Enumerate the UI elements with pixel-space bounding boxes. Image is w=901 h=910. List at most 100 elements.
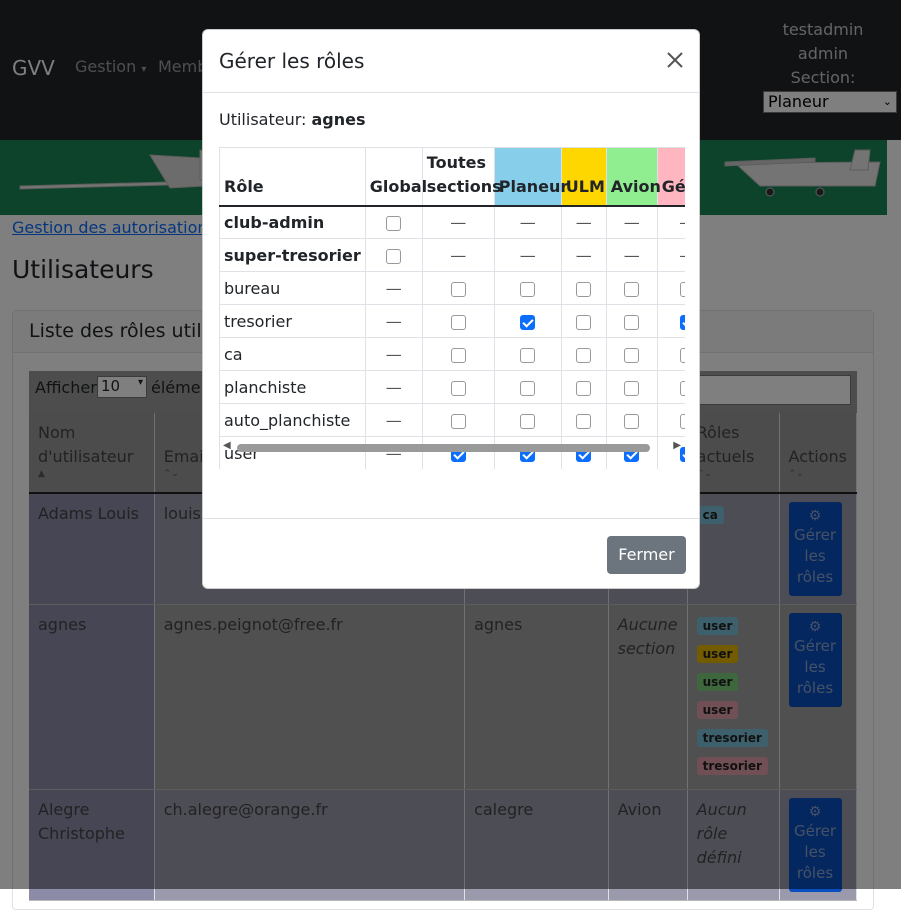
not-applicable-dash: — xyxy=(385,377,402,397)
user-label: Utilisateur: xyxy=(219,110,307,129)
roles-col-header: Avion xyxy=(605,147,661,207)
role-cell: — xyxy=(656,205,685,239)
close-button[interactable]: Fermer xyxy=(607,536,686,574)
role-name-cell: auto_planchiste xyxy=(219,403,366,437)
roles-table: Rôle Global Toutes sections Planeur ULM Avion… xyxy=(219,147,685,469)
roles-col-header: ULM xyxy=(560,147,607,207)
role-cell xyxy=(493,370,562,404)
role-checkbox[interactable] xyxy=(679,347,685,363)
modal-title: Gérer les rôles xyxy=(219,49,365,73)
role-name-cell: planchiste xyxy=(219,370,366,404)
role-cell: — xyxy=(421,238,495,272)
role-checkbox[interactable] xyxy=(450,281,466,297)
modal-body: Utilisateur: agnes Rôle Global Toutes sect… xyxy=(219,110,685,469)
role-cell xyxy=(560,271,607,305)
roles-table-scroll[interactable]: Rôle Global Toutes sections Planeur ULM Avion… xyxy=(219,147,685,469)
role-checkbox[interactable] xyxy=(679,281,685,297)
role-cell xyxy=(605,271,658,305)
role-checkbox[interactable] xyxy=(576,347,592,363)
not-applicable-dash: — xyxy=(679,246,685,265)
role-checkbox[interactable] xyxy=(576,281,592,297)
role-row: bureau — xyxy=(219,271,685,305)
role-checkbox[interactable] xyxy=(679,314,685,330)
role-cell xyxy=(560,403,607,437)
role-checkbox[interactable] xyxy=(450,380,466,396)
role-checkbox[interactable] xyxy=(624,281,640,297)
role-checkbox[interactable] xyxy=(520,314,536,330)
role-cell xyxy=(493,403,562,437)
roles-col-header: Rôle xyxy=(219,147,366,207)
role-name-cell: ca xyxy=(219,337,366,371)
role-row: auto_planchiste — xyxy=(219,403,685,437)
role-checkbox[interactable] xyxy=(386,248,402,264)
role-cell xyxy=(421,271,495,305)
role-checkbox[interactable] xyxy=(576,314,592,330)
role-cell xyxy=(364,238,423,272)
role-cell: — xyxy=(656,238,685,272)
scroll-left-icon[interactable]: ◀ xyxy=(223,440,231,451)
role-checkbox[interactable] xyxy=(576,380,592,396)
role-cell xyxy=(560,304,607,338)
role-checkbox[interactable] xyxy=(520,380,536,396)
roles-col-header: Généra xyxy=(656,147,685,207)
role-checkbox[interactable] xyxy=(679,413,685,429)
role-cell: — xyxy=(605,238,658,272)
not-applicable-dash: — xyxy=(450,212,467,232)
not-applicable-dash: — xyxy=(519,245,536,265)
role-cell xyxy=(493,271,562,305)
role-checkbox[interactable] xyxy=(450,413,466,429)
role-cell: — xyxy=(421,205,495,239)
roles-col-header: Toutes sections xyxy=(421,147,502,207)
role-row: ca — xyxy=(219,337,685,371)
not-applicable-dash: — xyxy=(575,212,592,232)
role-checkbox[interactable] xyxy=(520,413,536,429)
role-cell xyxy=(656,337,685,371)
manage-roles-modal: Gérer les rôles Utilisateur: agnes Rôle G… xyxy=(202,29,700,589)
roles-col-header: Planeur xyxy=(493,147,568,207)
scroll-right-icon[interactable]: ▶ xyxy=(673,440,681,451)
role-checkbox[interactable] xyxy=(450,314,466,330)
role-checkbox[interactable] xyxy=(679,380,685,396)
role-cell xyxy=(493,337,562,371)
role-cell xyxy=(656,304,685,338)
not-applicable-dash: — xyxy=(385,410,402,430)
scrollbar-thumb[interactable] xyxy=(237,444,650,452)
modal-footer: Fermer xyxy=(203,518,699,588)
role-row: super-tresorier — — — — — xyxy=(219,238,685,272)
role-checkbox[interactable] xyxy=(450,347,466,363)
role-cell: — xyxy=(605,205,658,239)
role-cell xyxy=(364,205,423,239)
role-checkbox[interactable] xyxy=(386,215,402,231)
role-checkbox[interactable] xyxy=(624,380,640,396)
role-row: planchiste — xyxy=(219,370,685,404)
role-checkbox[interactable] xyxy=(624,347,640,363)
selected-user-line: Utilisateur: agnes xyxy=(219,110,685,129)
role-cell xyxy=(421,304,495,338)
role-checkbox[interactable] xyxy=(520,347,536,363)
role-cell: — xyxy=(493,238,562,272)
not-applicable-dash: — xyxy=(679,213,685,232)
role-cell: — xyxy=(364,337,423,371)
not-applicable-dash: — xyxy=(385,278,402,298)
close-icon[interactable] xyxy=(665,50,685,70)
role-cell xyxy=(656,271,685,305)
role-name-cell: tresorier xyxy=(219,304,366,338)
role-cell xyxy=(605,304,658,338)
role-cell: — xyxy=(364,271,423,305)
role-cell: — xyxy=(493,205,562,239)
role-checkbox[interactable] xyxy=(576,413,592,429)
role-name-cell: bureau xyxy=(219,271,366,305)
role-checkbox[interactable] xyxy=(624,314,640,330)
role-cell xyxy=(605,370,658,404)
role-cell xyxy=(605,337,658,371)
horizontal-scrollbar[interactable]: ◀ ▶ xyxy=(219,438,685,456)
role-name-cell: super-tresorier xyxy=(219,238,366,272)
role-row: club-admin — — — — — xyxy=(219,205,685,239)
not-applicable-dash: — xyxy=(385,344,402,364)
role-checkbox[interactable] xyxy=(624,413,640,429)
user-name: agnes xyxy=(311,110,366,129)
role-name-cell: club-admin xyxy=(219,205,366,239)
role-cell xyxy=(421,370,495,404)
modal-header: Gérer les rôles xyxy=(203,30,699,93)
role-checkbox[interactable] xyxy=(520,281,536,297)
